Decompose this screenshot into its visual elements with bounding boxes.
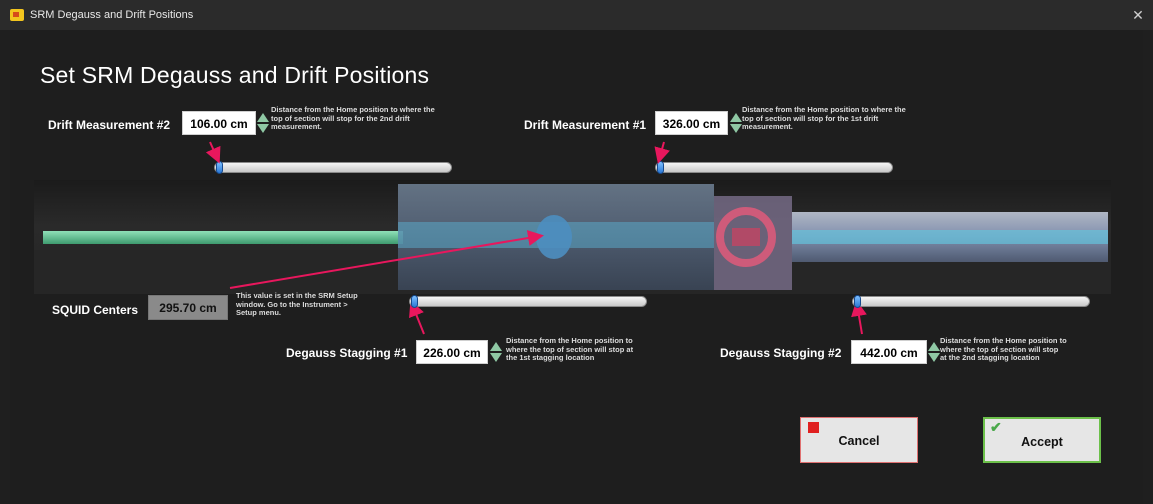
degauss1-label: Degauss Stagging #1 [286, 346, 408, 360]
accept-button[interactable]: ✔ Accept [983, 417, 1101, 463]
degauss1-spinner-icon[interactable] [490, 340, 502, 364]
drift1-arrow [654, 141, 670, 164]
squid-arrow [229, 230, 544, 289]
degauss1-description: Distance from the Home position to where… [506, 336, 634, 362]
degauss1-value-field[interactable]: 226.00 cm [416, 340, 488, 364]
degauss2-value-field[interactable]: 442.00 cm [851, 340, 927, 364]
cancel-button[interactable]: Cancel [800, 417, 918, 463]
squid-value-field: 295.70 cm [148, 295, 228, 320]
degauss1-slider[interactable] [409, 295, 647, 308]
degauss2-spinner-icon[interactable] [928, 340, 940, 364]
degauss2-description: Distance from the Home position to where… [940, 336, 1067, 362]
squid-description: This value is set in the SRM Setup windo… [236, 291, 358, 317]
drift2-arrow [205, 141, 221, 164]
degauss2-label: Degauss Stagging #2 [720, 346, 842, 360]
check-icon: ✔ [990, 419, 1002, 435]
callout-arrows [205, 141, 867, 335]
degauss2-arrow [851, 300, 867, 335]
degauss2-slider[interactable] [852, 295, 1090, 308]
degauss1-slider-knob[interactable] [411, 295, 418, 308]
degauss2-slider-knob[interactable] [854, 295, 861, 308]
squid-label: SQUID Centers [52, 303, 139, 317]
accept-button-label: Accept [1021, 435, 1063, 449]
cancel-button-label: Cancel [838, 434, 880, 448]
cancel-icon [808, 422, 819, 433]
degauss1-arrow [409, 300, 425, 335]
